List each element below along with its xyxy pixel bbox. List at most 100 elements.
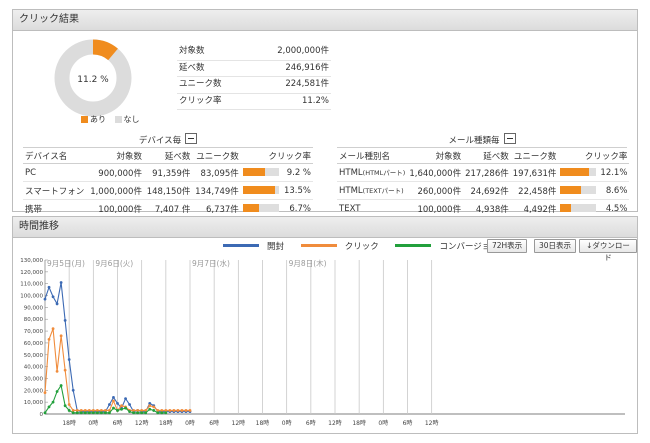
data-point [83, 411, 87, 415]
legend-line-open [223, 244, 259, 247]
data-point [43, 391, 47, 395]
x-tick-label: 18時 [256, 419, 270, 427]
y-tick-label: 100,000 [20, 294, 43, 300]
click-rate-donut: 11.2 % [54, 39, 132, 117]
data-point [116, 409, 119, 412]
y-tick-label: 20,000 [24, 388, 44, 394]
data-point [136, 411, 140, 415]
y-tick-label: 60,000 [24, 341, 44, 347]
data-point [71, 411, 75, 415]
x-tick-label: 18時 [62, 419, 76, 427]
x-tick-label: 6時 [403, 419, 413, 427]
data-point [67, 409, 71, 412]
col-header: ユニーク数 [510, 148, 559, 164]
day-marker-label: 9月6日(火) [95, 259, 133, 268]
data-point [43, 411, 47, 415]
collapse-device-button[interactable] [185, 133, 198, 144]
collapse-mail-button[interactable] [503, 133, 516, 144]
data-point [176, 409, 180, 412]
data-point [63, 368, 67, 372]
data-point [71, 388, 75, 392]
panel-title-time-trend: 時間推移 [13, 217, 637, 238]
data-point [95, 411, 99, 415]
data-point [112, 399, 115, 403]
data-point [148, 407, 152, 411]
col-header: 対象数 [87, 148, 144, 164]
data-point [132, 411, 136, 415]
y-tick-label: 120,000 [20, 270, 43, 276]
download-button[interactable]: ↓ダウンロード [579, 239, 637, 262]
table-row: HTML(HTMLパート) 1,640,000件 217,286件 197,631件 … [337, 163, 630, 182]
legend-rest: なし [123, 115, 140, 124]
data-point [63, 404, 67, 408]
data-point [148, 404, 152, 408]
rate-bar [242, 204, 279, 212]
y-tick-label: 80,000 [24, 317, 44, 323]
rate-bar [560, 186, 597, 194]
col-header: ユニーク数 [192, 148, 241, 164]
col-header: メール種別名 [337, 148, 408, 164]
data-point [67, 358, 71, 361]
data-point [184, 409, 188, 412]
data-point [152, 405, 156, 409]
legend-line-conversion [395, 244, 432, 247]
table-row: PC 900,000件 91,359件 83,095件 9.2 % [23, 163, 313, 182]
donut-center-label: 11.2 % [77, 75, 109, 85]
table-row: TEXT 100,000件 4,938件 4,492件 4.5% [337, 199, 630, 218]
rate-bar [242, 186, 279, 194]
legend-click: あり [90, 115, 106, 124]
data-point [160, 411, 164, 415]
data-point [75, 411, 79, 415]
y-tick-label: 40,000 [24, 365, 44, 371]
summary-row: クリック率 11.2% [177, 94, 331, 110]
y-tick-label: 10,000 [24, 400, 44, 406]
panel-title-click-results: クリック結果 [13, 10, 637, 31]
table-row: 携帯 100,000件 7,407 件 6,737件 6.7% [23, 199, 313, 218]
data-point [128, 410, 131, 414]
data-point [124, 406, 127, 410]
donut-click-slice [92, 39, 118, 61]
data-point [104, 411, 107, 415]
data-point [172, 409, 176, 412]
summary-table: 対象数 2,000,000件 延べ数 246,916件 ユニーク数 224,581件 … [177, 44, 331, 110]
data-point [164, 411, 168, 415]
data-point [47, 405, 51, 409]
x-tick-label: 12時 [425, 419, 439, 427]
data-point [63, 319, 67, 322]
legend-line-click [300, 244, 337, 247]
col-header: クリック率 [558, 148, 630, 164]
data-point [116, 401, 119, 405]
col-header: 延べ数 [463, 148, 511, 164]
data-point [124, 397, 127, 400]
device-table-title: デバイス毎 [138, 136, 182, 146]
y-tick-label: 130,000 [20, 258, 43, 264]
data-point [180, 409, 184, 412]
y-tick-label: 30,000 [24, 376, 44, 382]
x-tick-label: 12時 [328, 419, 342, 427]
day-marker-label: 9月7日(水) [192, 258, 230, 268]
data-point [55, 390, 59, 393]
x-tick-label: 18時 [352, 419, 366, 427]
legend-open: 開封 [267, 242, 285, 252]
day-marker-label: 9月8日(木) [289, 258, 327, 268]
x-tick-label: 12時 [232, 419, 246, 427]
data-point [67, 403, 71, 406]
data-point [51, 327, 55, 331]
show-72h-button[interactable]: 72H表示 [487, 239, 528, 253]
x-tick-label: 0時 [185, 419, 195, 427]
chart-legend: 開封 クリック コンバージョン [223, 240, 513, 252]
data-point [51, 400, 55, 404]
data-point [112, 406, 115, 410]
data-point [144, 411, 148, 415]
x-tick-label: 6時 [113, 419, 123, 427]
data-point [55, 369, 59, 373]
show-30d-button[interactable]: 30日表示 [534, 239, 577, 253]
rate-bar [560, 204, 597, 212]
col-header: 延べ数 [143, 148, 193, 164]
y-tick-label: 0 [40, 412, 44, 418]
mail-table-title: メール種類毎 [448, 136, 500, 146]
legend-swatch-click [81, 116, 88, 123]
data-point [87, 411, 91, 415]
rate-bar [242, 168, 279, 176]
data-point [108, 403, 111, 406]
